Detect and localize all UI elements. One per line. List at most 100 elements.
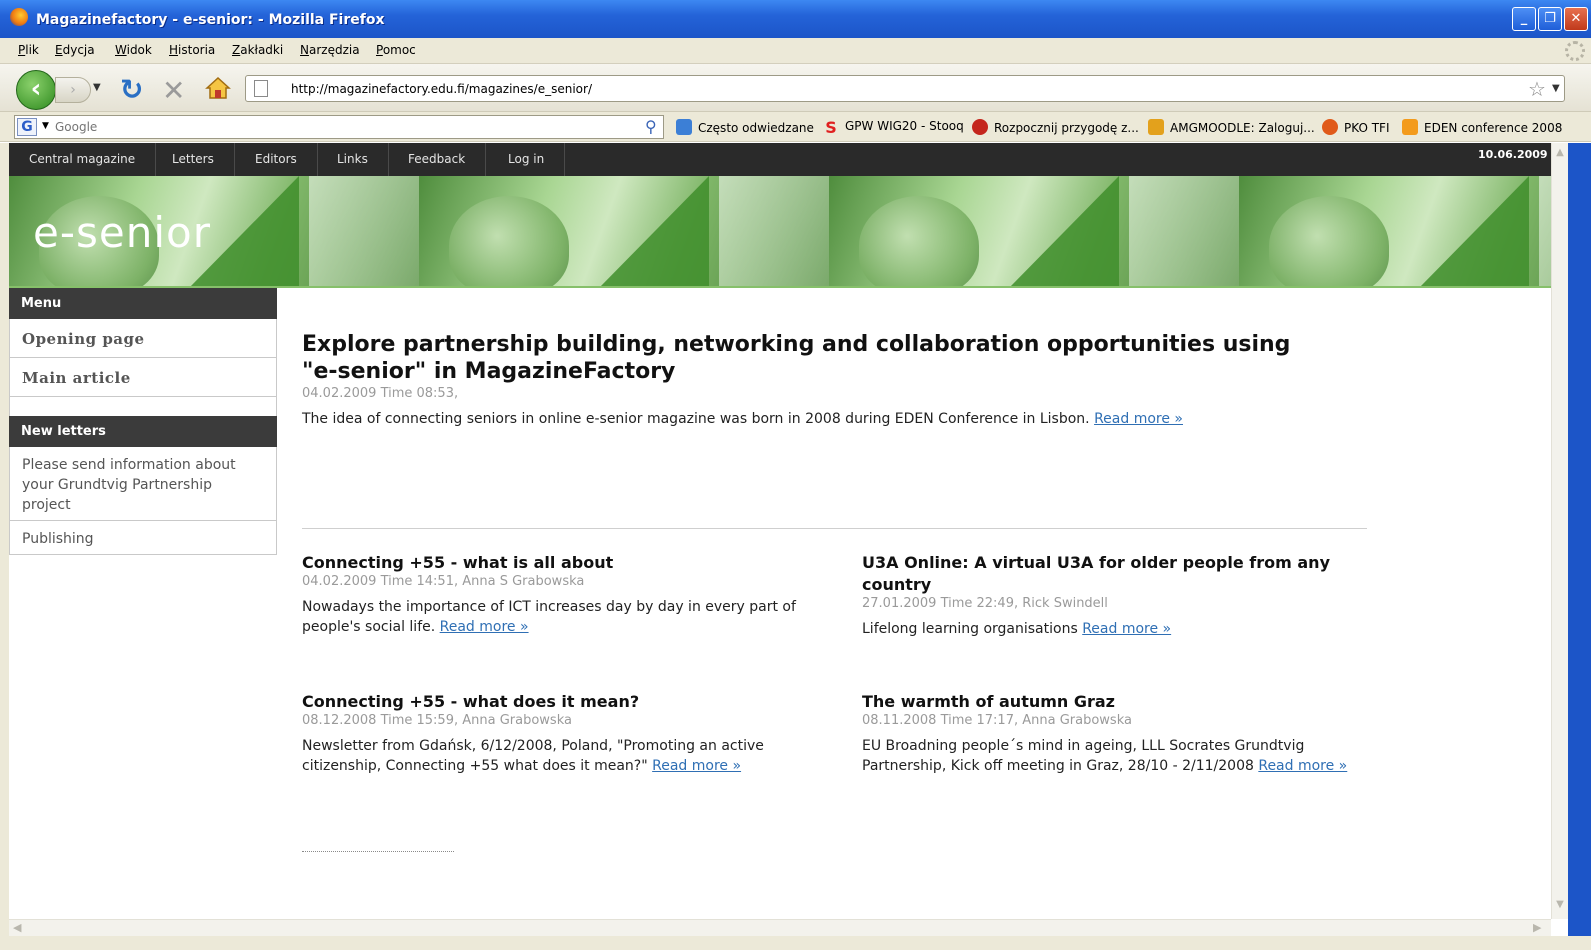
menu-narzedzia[interactable]: Narzędzia	[300, 43, 360, 57]
nav-letters[interactable]: Letters	[152, 143, 235, 176]
banner-image	[1239, 176, 1551, 286]
article-meta: 04.02.2009 Time 14:51, Anna S Grabowska	[302, 574, 585, 589]
sidebar-letters-heading: New letters	[9, 416, 277, 447]
firefox-icon	[10, 8, 28, 26]
window-title: Magazinefactory - e-senior: - Mozilla Fi…	[36, 12, 385, 28]
bookmark-star-icon[interactable]: ☆	[1528, 77, 1546, 101]
vertical-scrollbar[interactable]: ▲ ▼	[1551, 143, 1568, 919]
window-border	[1568, 143, 1591, 950]
banner-image	[419, 176, 829, 286]
bookmark-label: Rozpocznij przygodę z...	[994, 121, 1139, 135]
article-text: Nowadays the importance of ICT increases…	[302, 599, 796, 635]
site-banner: e-senior	[9, 176, 1551, 288]
menu-bar: Plik Edycja Widok Historia Zakładki Narz…	[0, 38, 1591, 64]
sidebar-letter-publishing[interactable]: Publishing	[9, 521, 277, 555]
bookmark-label: EDEN conference 2008	[1424, 121, 1563, 135]
search-box[interactable]: G ▼ ⚲	[14, 115, 664, 139]
article-card: The warmth of autumn Graz 08.11.2008 Tim…	[862, 691, 1362, 776]
maximize-button[interactable]: ❐	[1538, 7, 1562, 31]
engine-dropdown-icon[interactable]: ▼	[42, 121, 49, 131]
read-more-link[interactable]: Read more »	[1082, 621, 1171, 637]
bookmark-pko[interactable]: PKO TFI	[1322, 119, 1389, 135]
minimize-button[interactable]: _	[1512, 7, 1536, 31]
read-more-link[interactable]: Read more »	[440, 619, 529, 635]
scroll-left-icon[interactable]: ◀	[13, 921, 21, 934]
google-icon[interactable]: G	[17, 118, 37, 136]
article-card: Connecting +55 - what is all about 04.02…	[302, 552, 822, 637]
bookmark-amgmoodle[interactable]: AMGMOODLE: Zaloguj...	[1148, 119, 1315, 135]
sidebar: Menu Opening page Main article New lette…	[9, 288, 277, 555]
site-logo[interactable]: e-senior	[33, 208, 211, 257]
read-more-link[interactable]: Read more »	[652, 758, 741, 774]
reload-icon[interactable]: ↻	[120, 73, 143, 106]
dragon-icon	[972, 119, 988, 135]
menu-historia[interactable]: Historia	[169, 43, 215, 57]
close-window-button[interactable]: ✕	[1564, 7, 1588, 31]
article-text: Lifelong learning organisations	[862, 621, 1078, 637]
nav-links[interactable]: Links	[317, 143, 389, 176]
sidebar-menu-heading: Menu	[9, 288, 277, 319]
article-title[interactable]: Connecting +55 - what is all about	[302, 552, 822, 574]
url-bar[interactable]: http://magazinefactory.edu.fi/magazines/…	[245, 75, 1565, 102]
url-text[interactable]: http://magazinefactory.edu.fi/magazines/…	[291, 82, 592, 96]
current-date: 10.06.2009	[1478, 148, 1548, 161]
history-dropdown-icon[interactable]: ▼	[93, 82, 101, 93]
nav-editors[interactable]: Editors	[235, 143, 318, 176]
lead-article-title[interactable]: Explore partnership building, networking…	[302, 331, 1312, 385]
article-title[interactable]: The warmth of autumn Graz	[862, 691, 1362, 713]
nav-feedback[interactable]: Feedback	[388, 143, 487, 176]
bookmark-label: AMGMOODLE: Zaloguj...	[1170, 121, 1315, 135]
article-text: EU Broadning people´s mind in ageing, LL…	[862, 738, 1305, 774]
article-body: EU Broadning people´s mind in ageing, LL…	[862, 736, 1362, 776]
menu-edycja[interactable]: Edycja	[55, 43, 95, 57]
bookmark-folder-icon	[676, 119, 692, 135]
footer-divider	[302, 851, 454, 852]
window-titlebar: Magazinefactory - e-senior: - Mozilla Fi…	[0, 0, 1591, 38]
read-more-link[interactable]: Read more »	[1094, 411, 1183, 427]
navigation-toolbar: ‹ › ▼ ↻ ✕ http://magazinefactory.edu.fi/…	[0, 64, 1591, 112]
scroll-up-icon[interactable]: ▲	[1552, 147, 1568, 164]
menu-pomoc[interactable]: Pomoc	[376, 43, 416, 57]
sidebar-item-main-article[interactable]: Main article	[9, 358, 277, 397]
page-viewport: Central magazine Letters Editors Links F…	[9, 143, 1551, 919]
bookmark-stooq[interactable]: S GPW WIG20 - Stooq	[823, 119, 964, 137]
window-border	[0, 143, 9, 936]
search-icon[interactable]: ⚲	[645, 117, 657, 136]
article-title[interactable]: U3A Online: A virtual U3A for older peop…	[862, 552, 1332, 596]
read-more-link[interactable]: Read more »	[1258, 758, 1347, 774]
throbber-icon	[1565, 41, 1585, 61]
banner-image	[829, 176, 1239, 286]
article-meta: 08.12.2008 Time 15:59, Anna Grabowska	[302, 713, 572, 728]
moodle-icon	[1148, 119, 1164, 135]
sidebar-spacer	[9, 397, 277, 416]
lead-article-body: The idea of connecting seniors in online…	[302, 409, 1183, 429]
article-title[interactable]: Connecting +55 - what does it mean?	[302, 691, 792, 713]
menu-widok[interactable]: Widok	[115, 43, 152, 57]
stooq-icon: S	[825, 118, 837, 137]
url-dropdown-icon[interactable]: ▼	[1552, 83, 1560, 94]
lead-article-text: The idea of connecting seniors in online…	[302, 411, 1090, 427]
article-body: Newsletter from Gdańsk, 6/12/2008, Polan…	[302, 736, 792, 776]
bookmark-czesto[interactable]: Często odwiedzane	[676, 119, 814, 135]
scroll-right-icon[interactable]: ▶	[1533, 921, 1541, 934]
scroll-down-icon[interactable]: ▼	[1552, 899, 1568, 916]
bookmark-eden[interactable]: EDEN conference 2008	[1402, 119, 1562, 135]
sidebar-letter-grundtvig[interactable]: Please send information about your Grund…	[9, 447, 277, 521]
menu-plik[interactable]: Plik	[18, 43, 39, 57]
site-topnav: Central magazine Letters Editors Links F…	[9, 143, 1551, 176]
forward-button[interactable]: ›	[55, 77, 91, 103]
home-icon[interactable]	[205, 75, 231, 101]
sidebar-item-opening-page[interactable]: Opening page	[9, 319, 277, 358]
nav-login[interactable]: Log in	[488, 143, 566, 176]
article-card: Connecting +55 - what does it mean? 08.1…	[302, 691, 792, 776]
back-button[interactable]: ‹	[16, 70, 56, 110]
menu-zakladki[interactable]: Zakładki	[232, 43, 283, 57]
bookmark-rozpocznij[interactable]: Rozpocznij przygodę z...	[972, 119, 1139, 135]
nav-central-magazine[interactable]: Central magazine	[9, 143, 157, 176]
rss-icon	[1402, 119, 1418, 135]
pko-icon	[1322, 119, 1338, 135]
bookmarks-toolbar: G ▼ ⚲ Często odwiedzane S GPW WIG20 - Sto…	[0, 112, 1591, 142]
horizontal-scrollbar[interactable]: ◀ ▶	[9, 919, 1551, 936]
search-input[interactable]	[55, 118, 635, 136]
stop-icon[interactable]: ✕	[162, 74, 185, 107]
